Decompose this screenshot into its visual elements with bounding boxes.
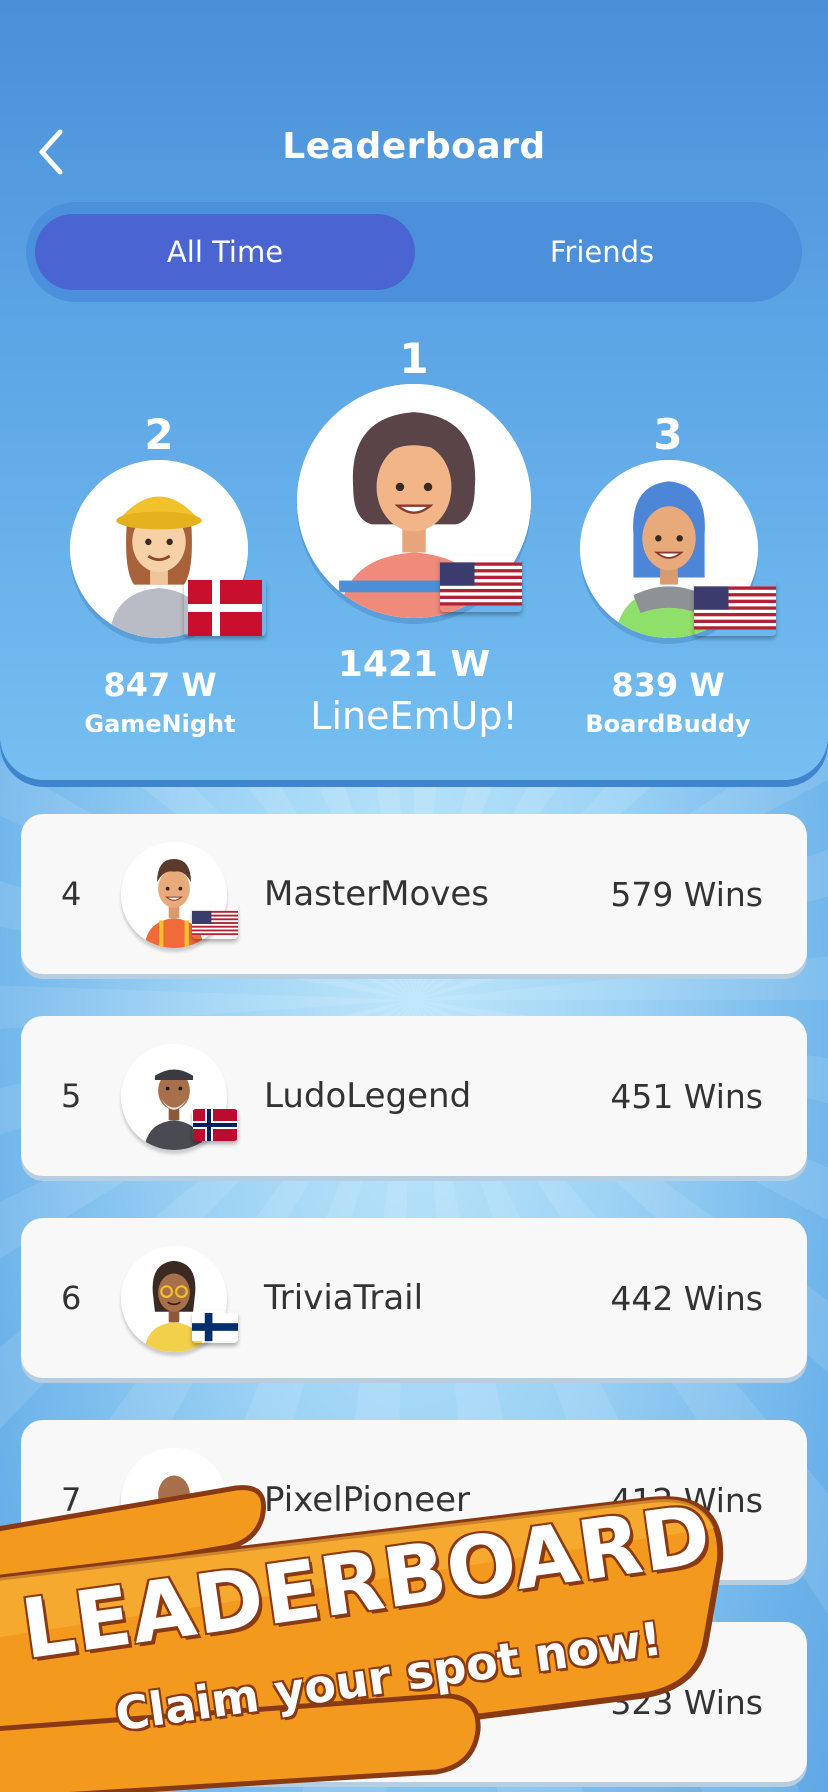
flag-usa-icon bbox=[192, 907, 238, 939]
flag-usa-icon bbox=[694, 580, 776, 636]
leaderboard-row[interactable]: 5 LudoLegend 451 Wins bbox=[21, 1016, 807, 1176]
podium-name-3: BoardBuddy bbox=[585, 710, 751, 738]
row-wins: 451 Wins bbox=[610, 1076, 763, 1116]
podium-score-2: 847 W bbox=[103, 666, 217, 704]
leaderboard-row[interactable]: 6 TriviaTrail 442 Wins bbox=[21, 1218, 807, 1378]
tab-friends[interactable]: Friends bbox=[412, 214, 792, 290]
flag-norway-icon bbox=[192, 1109, 238, 1141]
row-player-name: LudoLegend bbox=[264, 1076, 472, 1116]
flag-usa-icon bbox=[440, 556, 522, 612]
page-title: Leaderboard bbox=[282, 126, 546, 167]
podium-score-3: 839 W bbox=[611, 666, 725, 704]
podium-rank-3: 3 bbox=[653, 410, 683, 459]
flag-denmark-icon bbox=[184, 580, 266, 636]
podium-rank-2: 2 bbox=[144, 410, 174, 459]
podium-name-2: GameNight bbox=[84, 710, 236, 738]
row-rank: 5 bbox=[61, 1077, 82, 1115]
flag-finland-icon bbox=[192, 1311, 238, 1343]
podium-name-1: LineEmUp! bbox=[310, 694, 518, 738]
row-wins: 579 Wins bbox=[610, 874, 763, 914]
row-player-name: TriviaTrail bbox=[264, 1278, 424, 1318]
leaderboard-row[interactable]: 4 MasterMoves 579 Wins bbox=[21, 814, 807, 974]
row-rank: 6 bbox=[61, 1279, 82, 1317]
tab-all-time[interactable]: All Time bbox=[35, 214, 415, 290]
row-wins: 442 Wins bbox=[610, 1278, 763, 1318]
tab-bar: All Time Friends bbox=[26, 202, 802, 302]
podium-score-1: 1421 W bbox=[337, 644, 491, 685]
podium-rank-1: 1 bbox=[399, 334, 429, 383]
row-rank: 4 bbox=[61, 875, 82, 913]
row-player-name: MasterMoves bbox=[264, 874, 490, 914]
